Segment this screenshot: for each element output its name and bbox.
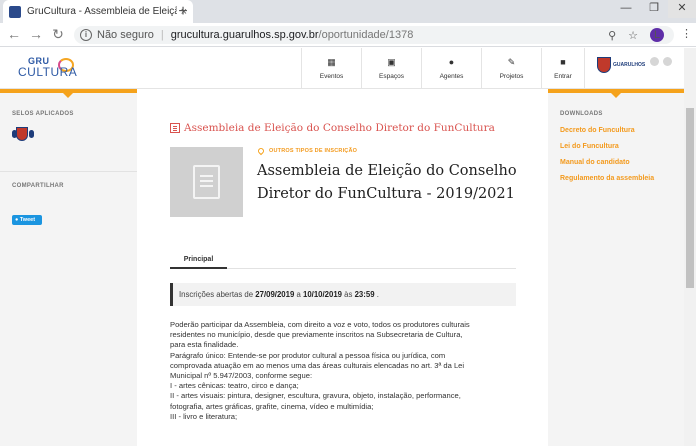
body-line: para esta finalidade.	[170, 340, 239, 350]
forward-button[interactable]: →	[28, 26, 44, 44]
inscricoes-prefix: Inscrições abertas de	[179, 290, 256, 299]
opportunity-type: OUTROS TIPOS DE INSCRIÇÃO	[256, 146, 358, 156]
tab-title: GruCultura - Assembleia de Eleição	[27, 6, 177, 17]
back-button[interactable]: ←	[6, 26, 22, 44]
omnibox-actions: ⚲ ☆ L	[596, 26, 674, 44]
download-link-manual[interactable]: Manual do candidato	[560, 159, 630, 166]
sidebar-divider	[0, 171, 137, 172]
compartilhar-heading: COMPARTILHAR	[12, 183, 64, 189]
nav-label: Projetos	[499, 73, 524, 80]
scrollbar-thumb[interactable]	[686, 108, 694, 288]
type-label: OUTROS TIPOS DE INSCRIÇÃO	[269, 148, 358, 154]
nav-agentes[interactable]: ● Agentes	[421, 48, 481, 89]
zoom-icon[interactable]: ⚲	[608, 29, 616, 42]
description-text: Poderão participar da Assembleia, com di…	[170, 320, 520, 422]
body-line: I - artes cênicas: teatro, circo e dança…	[170, 381, 299, 391]
left-sidebar: SELOS APLICADOS COMPARTILHAR ● Tweet	[0, 89, 137, 446]
bookmark-star-icon[interactable]: ☆	[628, 29, 638, 42]
inscricoes-mid2: às	[342, 290, 355, 299]
nav-label: Eventos	[319, 73, 344, 80]
inscricoes-suffix: .	[374, 290, 379, 299]
person-icon: ●	[448, 57, 455, 67]
address-bar[interactable]: i Não seguro | grucultura.guarulhos.sp.g…	[74, 26, 674, 44]
sidebar-accent-notch	[611, 93, 621, 98]
sidebar-accent-notch	[63, 93, 73, 98]
inscricoes-mid1: a	[294, 290, 303, 299]
downloads-heading: DOWNLOADS	[560, 111, 603, 117]
security-label: Não seguro	[97, 29, 154, 41]
status-dot	[650, 57, 659, 66]
new-tab-button[interactable]: +	[173, 2, 193, 22]
document-placeholder-icon	[193, 165, 220, 199]
body-line: fotografia, artes gráficas, grafite, cin…	[170, 401, 374, 411]
tab-principal[interactable]: Principal	[170, 253, 227, 269]
logo-text-bottom: CULTURA	[18, 65, 78, 79]
nav-projetos[interactable]: ✎ Projetos	[481, 48, 541, 89]
body-line: Poderão participar da Assembleia, com di…	[170, 320, 470, 329]
body-line: Municipal nº 5.947/2003, conforme segue:	[170, 371, 313, 381]
download-link-decreto[interactable]: Decreto do Funcultura	[560, 127, 635, 134]
nav-entrar[interactable]: ■ Entrar	[541, 48, 585, 89]
browser-tab-strip: GruCultura - Assembleia de Eleição × + —…	[0, 0, 696, 23]
grucultura-logo[interactable]: GRU CULTURA	[18, 56, 82, 82]
browser-menu-icon[interactable]: ⋮	[681, 27, 692, 40]
browser-toolbar: ← → ↻ i Não seguro | grucultura.guarulho…	[0, 23, 696, 47]
nav-label: Entrar	[554, 73, 572, 80]
breadcrumb-text[interactable]: Assembleia de Eleição do Conselho Direto…	[184, 122, 495, 134]
url-path: /oportunidade/1378	[318, 29, 414, 41]
url-host: grucultura.guarulhos.sp.gov.br	[170, 29, 319, 41]
body-line: residentes no município, desde que previ…	[170, 330, 463, 340]
minimize-button[interactable]: —	[612, 0, 640, 18]
selo-crest-icon[interactable]	[12, 127, 34, 143]
selos-heading: SELOS APLICADOS	[12, 111, 74, 117]
body-line: Parágrafo único: Entende-se por produtor…	[170, 350, 446, 360]
body-line: comprovada atuação em ao menos uma das á…	[170, 360, 465, 370]
browser-tab[interactable]: GruCultura - Assembleia de Eleição ×	[3, 0, 193, 23]
crest-shield-icon	[597, 57, 611, 73]
twitter-bird-icon: ●	[15, 217, 19, 223]
download-link-lei[interactable]: Lei do Funcultura	[560, 143, 619, 150]
lock-icon: ■	[560, 57, 566, 67]
info-icon[interactable]: i	[80, 29, 92, 41]
inscricoes-end: 10/10/2019	[302, 290, 343, 299]
tweet-label: Tweet	[19, 217, 36, 223]
edit-icon: ✎	[507, 57, 516, 67]
status-dot	[663, 57, 672, 66]
crest-text: GUARULHOS	[613, 62, 646, 68]
calendar-icon: ▦	[327, 57, 336, 67]
nav-espacos[interactable]: ▣ Espaços	[361, 48, 421, 89]
body-line: II - artes visuais: pintura, designer, e…	[170, 391, 461, 401]
site-header: GRU CULTURA ▦ Eventos ▣ Espaços ● Agente…	[0, 48, 696, 89]
page-scrollbar[interactable]	[684, 48, 696, 446]
opportunity-thumbnail	[170, 147, 243, 217]
main-nav: ▦ Eventos ▣ Espaços ● Agentes ✎ Projetos…	[301, 48, 585, 89]
body-line: III - livro e literatura;	[170, 411, 238, 421]
favicon-icon	[9, 5, 21, 18]
profile-avatar[interactable]: L	[650, 28, 664, 42]
nav-eventos[interactable]: ▦ Eventos	[301, 48, 361, 89]
content-tabs: Principal	[170, 253, 516, 269]
maximize-button[interactable]: ❐	[640, 0, 668, 18]
nav-label: Espaços	[379, 73, 404, 80]
crest-wing-right	[29, 130, 34, 138]
breadcrumb[interactable]: Assembleia de Eleição do Conselho Direto…	[170, 122, 495, 134]
map-pin-icon	[256, 146, 266, 156]
right-sidebar: DOWNLOADS Decreto do Funcultura Lei do F…	[548, 89, 684, 446]
inscricoes-banner: Inscrições abertas de 27/09/2019 a 10/10…	[170, 283, 516, 306]
page-title: Assembleia de Eleição do Conselho Direto…	[257, 163, 517, 202]
document-icon	[170, 123, 180, 133]
url-separator: |	[160, 29, 164, 41]
nav-label: Agentes	[439, 73, 464, 80]
tweet-button[interactable]: ● Tweet	[12, 215, 42, 225]
download-link-regulamento[interactable]: Regulamento da assembleia	[560, 175, 654, 182]
inscricoes-time: 23:59	[354, 290, 375, 299]
close-window-button[interactable]: ✕	[668, 0, 696, 18]
building-icon: ▣	[387, 57, 396, 67]
reload-button[interactable]: ↻	[50, 26, 66, 44]
crest-shield	[16, 127, 28, 141]
guarulhos-crest-logo[interactable]: GUARULHOS	[597, 57, 645, 79]
inscricoes-start: 27/09/2019	[255, 290, 295, 299]
